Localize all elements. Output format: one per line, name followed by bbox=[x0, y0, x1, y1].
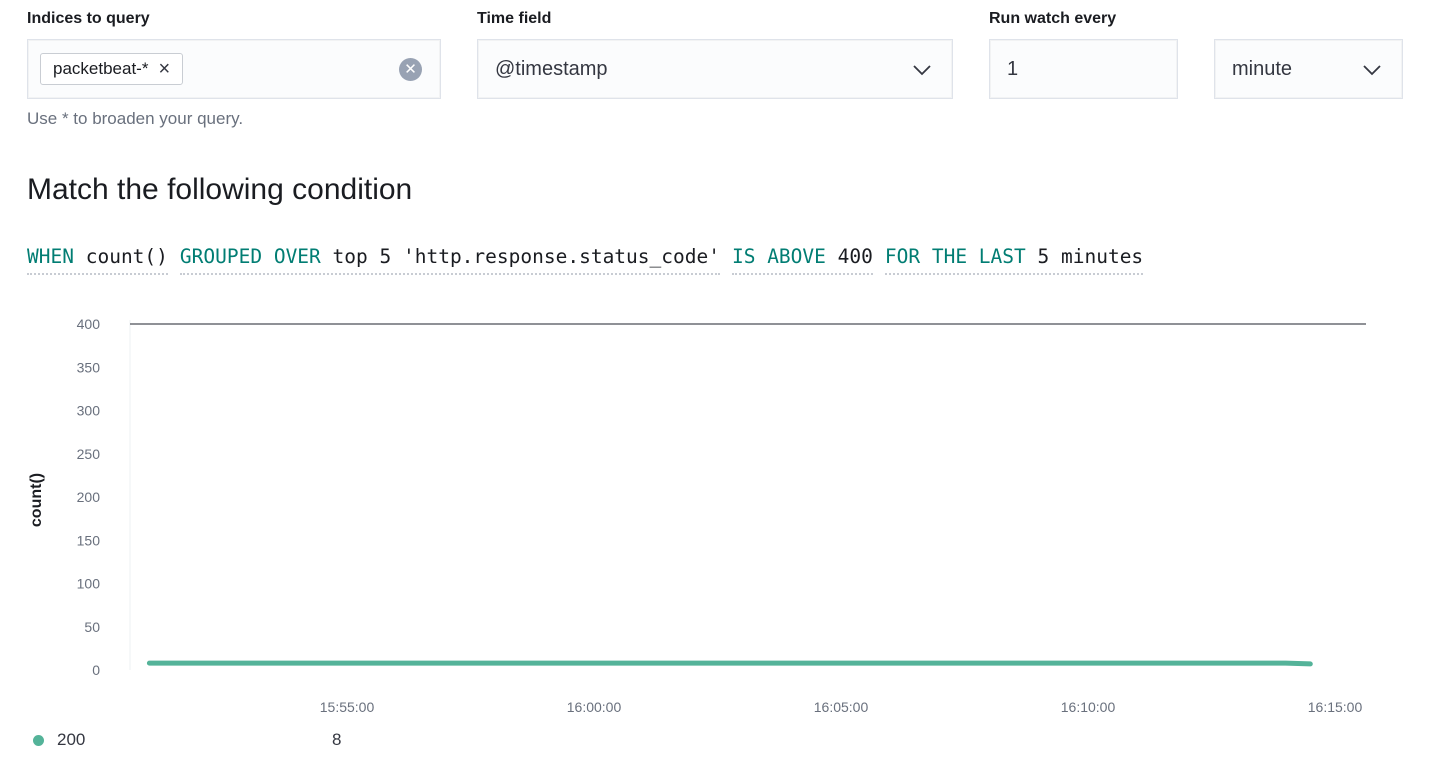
condition-title: Match the following condition bbox=[27, 173, 413, 206]
run-watch-interval-value: 1 bbox=[1007, 57, 1019, 80]
condition-expression: WHEN count() GROUPED OVER top 5 'http.re… bbox=[27, 245, 1144, 275]
y-tick-label: 50 bbox=[84, 619, 100, 635]
indices-combobox[interactable]: packetbeat-* × ✕ bbox=[27, 39, 441, 99]
y-tick-label: 200 bbox=[77, 489, 101, 505]
y-tick-label: 400 bbox=[77, 316, 101, 332]
run-watch-interval-input[interactable]: 1 bbox=[989, 39, 1178, 99]
y-tick-label: 350 bbox=[77, 359, 101, 375]
grouped-keyword: GROUPED OVER bbox=[179, 245, 321, 268]
y-tick-label: 250 bbox=[77, 446, 101, 462]
chevron-down-icon bbox=[1363, 65, 1381, 76]
threshold-value: 400 bbox=[837, 245, 873, 268]
when-expression[interactable]: WHEN count() bbox=[27, 245, 168, 275]
legend-value: 8 bbox=[332, 730, 341, 750]
grouped-over-expression[interactable]: GROUPED OVER top 5 'http.response.status… bbox=[179, 245, 720, 275]
grouped-value: top 5 'http.response.status_code' bbox=[332, 245, 720, 268]
clear-circle-icon[interactable]: ✕ bbox=[399, 58, 422, 81]
index-chip: packetbeat-* × bbox=[40, 53, 184, 85]
window-keyword: FOR THE LAST bbox=[884, 245, 1026, 268]
legend-series-name: 200 bbox=[57, 730, 86, 749]
legend-dot-icon bbox=[33, 734, 44, 746]
chevron-down-icon bbox=[913, 65, 931, 76]
time-window-expression[interactable]: FOR THE LAST 5 minutes bbox=[884, 245, 1144, 275]
legend-item[interactable]: 200 bbox=[33, 730, 85, 750]
x-tick-label: 16:00:00 bbox=[567, 699, 622, 715]
indices-label: Indices to query bbox=[27, 10, 150, 27]
legend-series-value: 8 bbox=[332, 730, 342, 749]
x-tick-label: 16:10:00 bbox=[1061, 699, 1116, 715]
time-field-label: Time field bbox=[477, 10, 552, 27]
run-watch-label: Run watch every bbox=[989, 10, 1117, 27]
y-tick-label: 300 bbox=[77, 403, 101, 419]
threshold-keyword: IS ABOVE bbox=[731, 245, 826, 268]
run-watch-unit-select[interactable]: minute bbox=[1214, 39, 1403, 99]
y-tick-label: 0 bbox=[92, 662, 100, 678]
threshold-expression[interactable]: IS ABOVE 400 bbox=[731, 245, 873, 275]
time-field-select[interactable]: @timestamp bbox=[477, 39, 953, 99]
x-tick-label: 16:15:00 bbox=[1308, 699, 1363, 715]
time-field-value: @timestamp bbox=[495, 57, 608, 80]
window-value: 5 minutes bbox=[1037, 245, 1144, 268]
y-axis-label: count() bbox=[28, 473, 45, 527]
when-keyword: WHEN bbox=[27, 245, 74, 268]
run-watch-unit-value: minute bbox=[1232, 57, 1293, 80]
x-tick-label: 15:55:00 bbox=[320, 699, 375, 715]
y-tick-label: 150 bbox=[77, 532, 101, 548]
x-tick-label: 16:05:00 bbox=[814, 699, 869, 715]
indices-help-text: Use * to broaden your query. bbox=[27, 109, 244, 128]
y-tick-label: 100 bbox=[77, 576, 101, 592]
when-value: count() bbox=[85, 245, 168, 268]
count-chart: count() 400 350 300 250 200 150 100 50 0 15:55:0… bbox=[28, 316, 1366, 715]
cross-icon[interactable]: × bbox=[158, 59, 170, 79]
series-line-200 bbox=[146, 660, 1313, 667]
index-chip-label: packetbeat-* bbox=[53, 59, 149, 78]
